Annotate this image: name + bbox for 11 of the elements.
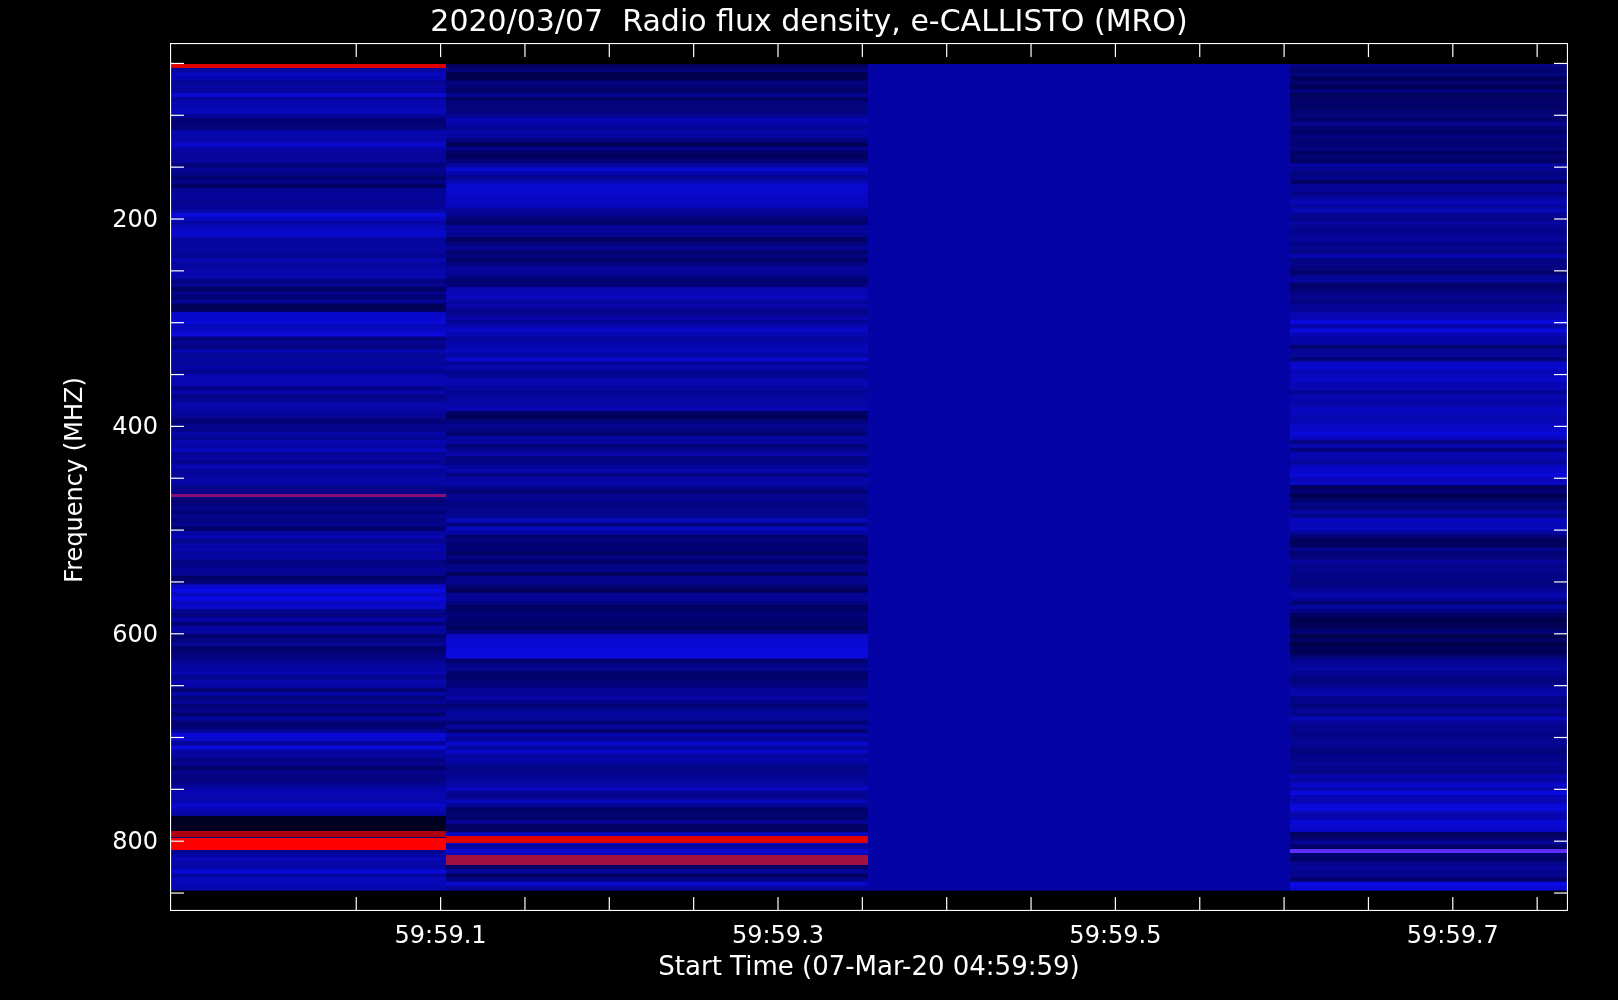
x-tick-label: 59:59.5 [1069, 921, 1162, 949]
y-tick-label: 800 [112, 827, 158, 856]
x-tick-label: 59:59.3 [731, 921, 825, 949]
x-tick-label: 59:59.7 [1406, 921, 1499, 949]
y-tick-label: 200 [112, 205, 158, 233]
x-tick-label: 59:59.1 [394, 921, 487, 949]
y-tick-label: 600 [112, 619, 158, 648]
chart-title: 2020/03/07 Radio flux density, e-CALLISTO (MRO) [429, 2, 1189, 40]
y-tick-label: 400 [112, 412, 158, 441]
y-axis-label: Frequency (MHZ) [60, 377, 88, 583]
x-axis-label: Start Time (07-Mar-20 04:59:59) [658, 951, 1080, 981]
